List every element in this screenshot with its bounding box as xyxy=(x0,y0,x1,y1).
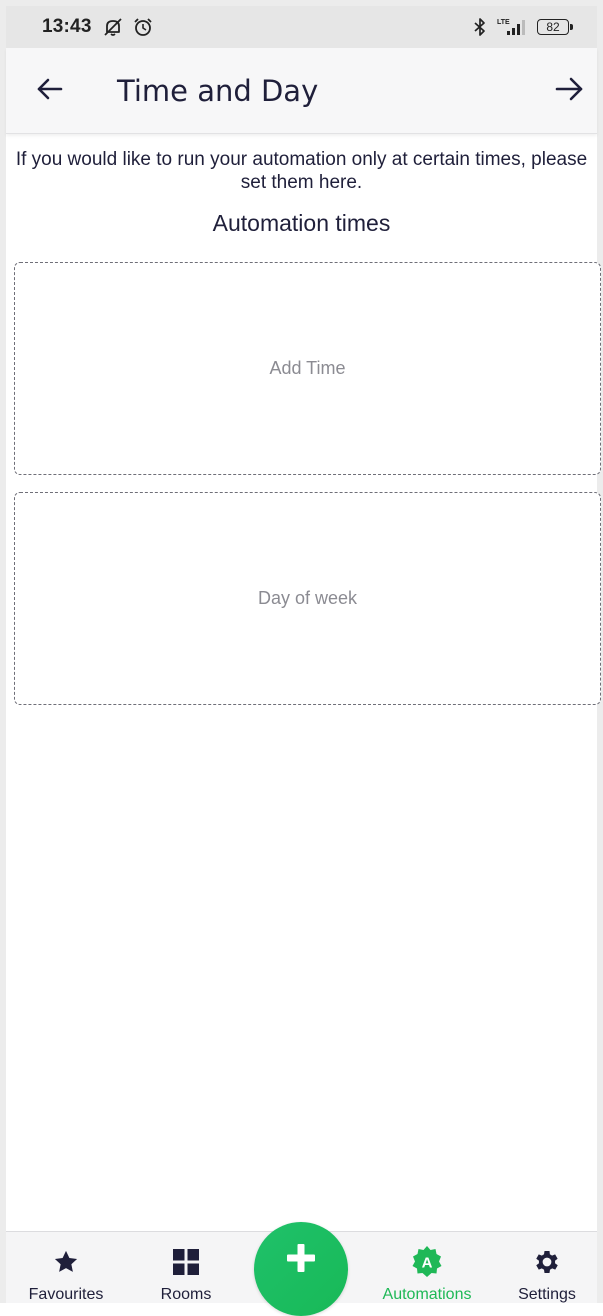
alarm-icon xyxy=(132,17,154,37)
lte-label: LTE xyxy=(497,19,510,26)
arrow-right-icon xyxy=(554,76,584,106)
nav-item-rooms[interactable]: Rooms xyxy=(131,1232,241,1304)
star-icon xyxy=(52,1246,80,1278)
add-fab-button[interactable] xyxy=(254,1222,348,1316)
status-bar: 13:43 LTE 82 xyxy=(6,6,597,48)
page-title: Time and Day xyxy=(117,73,319,108)
day-of-week-label: Day of week xyxy=(257,588,358,608)
add-time-card[interactable]: Add Time xyxy=(14,262,601,475)
nav-label-settings: Settings xyxy=(518,1286,576,1303)
status-icons-right: LTE 82 xyxy=(473,17,573,37)
nav-label-rooms: Rooms xyxy=(160,1286,212,1303)
battery-level: 82 xyxy=(546,20,560,34)
nav-item-favourites[interactable]: Favourites xyxy=(11,1232,121,1304)
gear-icon xyxy=(532,1246,562,1278)
grid-icon xyxy=(172,1246,200,1278)
nav-item-settings[interactable]: Settings xyxy=(492,1232,602,1304)
automation-badge-icon: A xyxy=(410,1246,444,1278)
lte-signal-icon: LTE xyxy=(497,17,527,37)
notifications-off-icon xyxy=(102,17,124,37)
arrow-left-icon xyxy=(36,77,64,105)
app-header: Time and Day xyxy=(6,48,597,134)
back-button[interactable] xyxy=(28,69,72,113)
next-button[interactable] xyxy=(547,69,591,113)
bluetooth-icon xyxy=(473,17,487,37)
day-of-week-card[interactable]: Day of week xyxy=(14,492,601,705)
section-title: Automation times xyxy=(212,210,391,236)
nav-label-favourites: Favourites xyxy=(28,1286,104,1303)
battery-icon: 82 xyxy=(537,19,573,35)
add-time-label: Add Time xyxy=(269,358,346,378)
automation-badge-letter: A xyxy=(422,1255,433,1272)
nav-item-automations[interactable]: A Automations xyxy=(372,1232,482,1304)
intro-text: If you would like to run your automation… xyxy=(15,149,588,193)
status-icons-left xyxy=(102,17,154,37)
status-time: 13:43 xyxy=(42,16,92,37)
plus-icon xyxy=(285,1242,317,1278)
nav-label-automations: Automations xyxy=(382,1286,472,1303)
